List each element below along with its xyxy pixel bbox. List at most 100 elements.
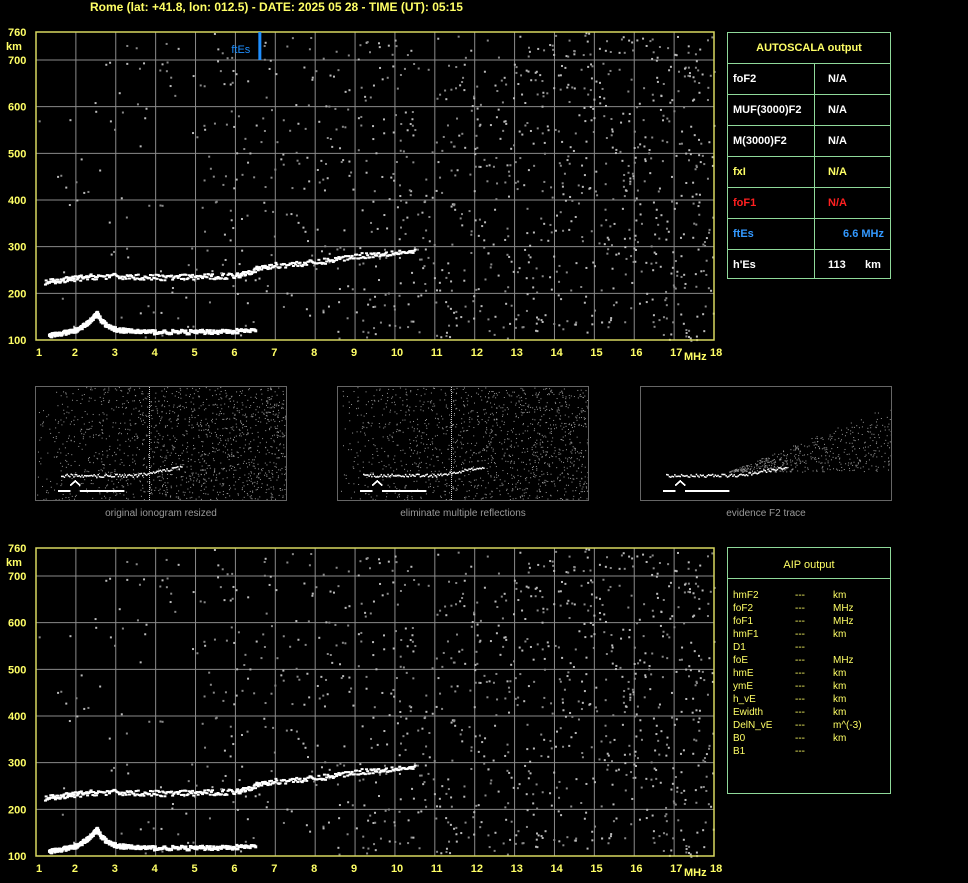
noise-dot	[81, 398, 83, 400]
noise-dot	[451, 419, 452, 420]
noise-dot	[687, 51, 690, 54]
noise-dot	[408, 414, 410, 416]
noise-dot	[169, 496, 171, 498]
noise-dot	[564, 199, 567, 202]
noise-dot	[461, 224, 464, 227]
noise-dot	[527, 425, 529, 427]
noise-dot	[201, 206, 204, 209]
noise-dot	[438, 426, 440, 428]
noise-dot	[451, 451, 452, 452]
noise-dot	[290, 294, 293, 297]
noise-dot	[558, 264, 561, 267]
noise-dot	[258, 474, 260, 476]
noise-dot	[529, 129, 532, 132]
noise-dot	[659, 265, 662, 268]
noise-dot	[473, 402, 475, 404]
noise-dot	[769, 461, 771, 463]
noise-dot	[104, 392, 106, 394]
noise-dot	[577, 407, 579, 409]
noise-dot	[424, 447, 426, 449]
noise-dot	[525, 277, 528, 280]
noise-dot	[269, 407, 271, 409]
noise-dot	[387, 437, 389, 439]
noise-dot	[450, 280, 453, 283]
noise-dot	[212, 489, 214, 491]
noise-dot	[110, 472, 112, 474]
noise-dot	[569, 195, 572, 198]
noise-dot	[364, 95, 367, 98]
noise-dot	[583, 106, 586, 109]
noise-dot	[683, 286, 686, 289]
noise-dot	[427, 256, 430, 259]
noise-dot	[228, 489, 230, 491]
noise-dot	[88, 459, 90, 461]
noise-dot	[130, 483, 132, 485]
noise-dot	[261, 470, 263, 472]
noise-dot	[274, 404, 276, 406]
noise-dot	[410, 49, 413, 52]
noise-dot	[248, 459, 250, 461]
noise-dot	[672, 251, 675, 254]
noise-dot	[164, 457, 166, 459]
noise-dot	[268, 471, 270, 473]
noise-dot	[409, 406, 411, 408]
noise-dot	[513, 428, 515, 430]
noise-dot	[48, 414, 50, 416]
autoscala-label-fof1: foF1	[733, 197, 757, 209]
noise-dot	[147, 490, 149, 492]
noise-dot	[451, 389, 452, 390]
noise-dot	[473, 427, 475, 429]
noise-dot	[645, 301, 648, 304]
noise-dot	[577, 389, 579, 391]
noise-dot	[231, 428, 233, 430]
noise-dot	[251, 498, 253, 500]
noise-dot	[149, 455, 150, 456]
trace-point	[94, 278, 98, 281]
noise-dot	[409, 439, 411, 441]
noise-dot	[147, 406, 149, 408]
noise-dot	[492, 414, 494, 416]
noise-dot	[440, 336, 443, 339]
noise-dot	[120, 316, 123, 319]
noise-dot	[675, 202, 678, 205]
autoscala-label-fof2: foF2	[733, 73, 757, 85]
noise-dot	[424, 393, 426, 395]
noise-dot	[624, 321, 627, 324]
noise-dot	[197, 414, 199, 416]
noise-dot	[90, 483, 92, 485]
noise-dot	[254, 481, 256, 483]
noise-dot	[688, 72, 691, 75]
noise-dot	[451, 403, 452, 404]
noise-dot	[243, 148, 246, 151]
noise-dot	[451, 461, 452, 462]
noise-dot	[529, 463, 531, 465]
noise-dot	[204, 478, 206, 480]
noise-dot	[546, 388, 548, 390]
noise-dot	[236, 292, 239, 295]
noise-dot	[238, 463, 240, 465]
noise-dot	[543, 141, 546, 144]
noise-dot	[383, 132, 386, 135]
noise-dot	[257, 420, 259, 422]
noise-dot	[685, 335, 688, 338]
noise-dot	[178, 490, 180, 492]
noise-dot	[134, 395, 136, 397]
noise-dot	[142, 393, 144, 395]
noise-dot	[171, 287, 174, 290]
noise-dot	[271, 472, 273, 474]
noise-dot	[569, 443, 571, 445]
noise-dot	[450, 289, 453, 292]
noise-dot	[709, 74, 712, 77]
noise-dot	[214, 469, 216, 471]
noise-dot	[698, 201, 701, 204]
noise-dot	[302, 226, 305, 229]
noise-dot	[491, 412, 493, 414]
noise-dot	[114, 469, 116, 471]
noise-dot	[584, 395, 586, 397]
noise-dot	[549, 223, 552, 226]
noise-dot	[264, 209, 267, 212]
noise-dot	[537, 497, 539, 499]
noise-dot	[63, 409, 65, 411]
noise-dot	[92, 413, 94, 415]
noise-dot	[544, 462, 546, 464]
